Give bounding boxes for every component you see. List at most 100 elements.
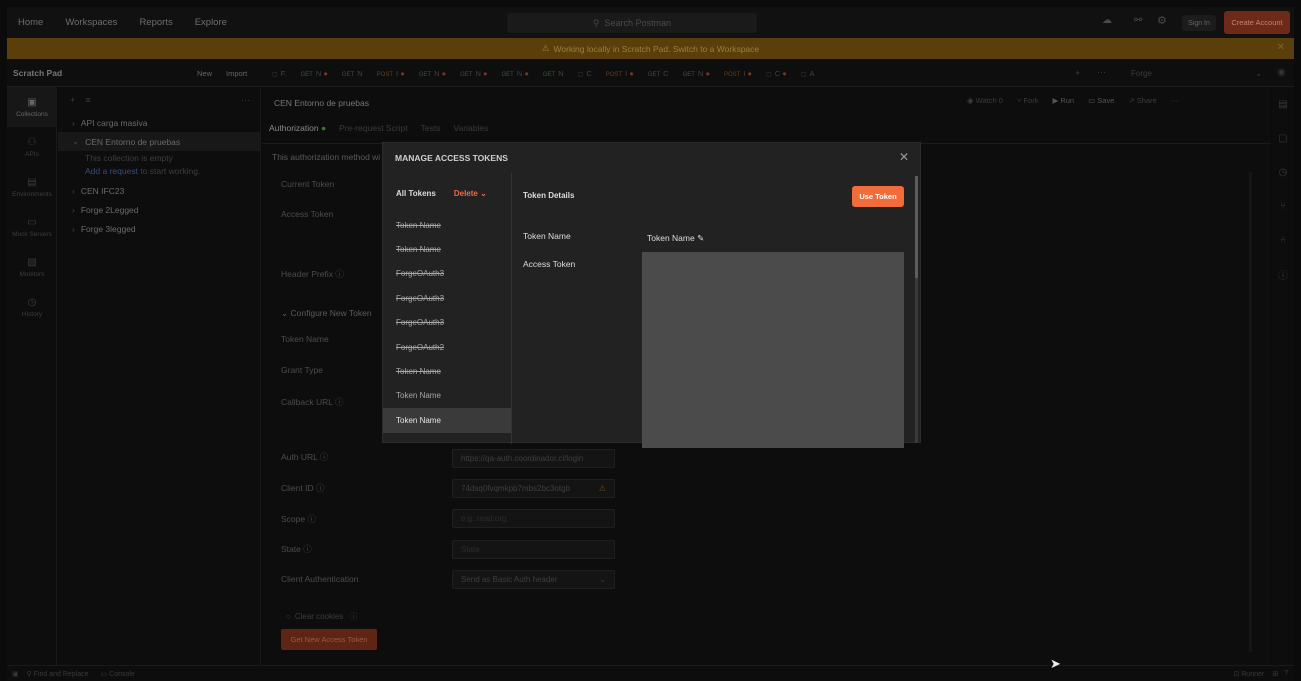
request-tab[interactable]: ▢ C ●	[766, 69, 787, 78]
save-button[interactable]: ▭ Save	[1088, 96, 1114, 105]
create-account-button[interactable]: Create Account	[1224, 11, 1290, 34]
sidebar-toggle-icon[interactable]: ▣	[12, 670, 19, 678]
request-tab[interactable]: POST I ●	[606, 69, 634, 78]
fork-icon[interactable]: ⑃	[1272, 223, 1294, 257]
comments-icon[interactable]: ▢	[1272, 121, 1294, 155]
request-tab[interactable]: POST I ●	[724, 69, 752, 78]
token-list-item[interactable]: ForgeOAuth3	[383, 262, 511, 286]
clear-cookies-checkbox[interactable]: ○ Clear cookies ⓘ	[286, 611, 357, 622]
import-button[interactable]: Import	[226, 69, 247, 78]
sign-in-button[interactable]: Sign In	[1182, 15, 1216, 31]
request-tab[interactable]: ▢ C	[578, 69, 592, 78]
nav-apis[interactable]: ⚇ APIs	[7, 127, 57, 167]
nav-history[interactable]: ◷ History	[7, 287, 57, 327]
pencil-icon[interactable]: ✎	[697, 233, 704, 243]
gear-icon[interactable]: ⚙	[1157, 14, 1167, 27]
configure-new-token-toggle[interactable]: ⌄ Configure New Token	[281, 308, 372, 319]
console-button[interactable]: ▭ Console	[101, 670, 135, 678]
request-tab[interactable]: ▢ F.	[272, 69, 287, 78]
nav-explore[interactable]: Explore	[195, 17, 227, 28]
layout-icon[interactable]: ⊞	[1272, 670, 1278, 678]
tab-authorization[interactable]: Authorization ●	[269, 123, 326, 133]
token-list-item[interactable]: Token Name	[383, 213, 511, 237]
request-tab[interactable]: GET N	[543, 69, 564, 78]
request-tab[interactable]: GET N	[342, 69, 363, 78]
token-list-item[interactable]: Token Name	[383, 237, 511, 261]
scrollbar-thumb[interactable]	[915, 176, 918, 278]
run-button[interactable]: ▶ Run	[1052, 96, 1074, 105]
nav-monitors[interactable]: ▨ Monitors	[7, 247, 57, 287]
token-name: Token Name	[396, 391, 441, 401]
filter-icon[interactable]: ≡	[85, 95, 90, 105]
help-icon[interactable]: ?	[1284, 670, 1288, 677]
request-tab[interactable]: GET N ●	[419, 69, 446, 78]
get-new-access-token-button[interactable]: Get New Access Token	[281, 629, 377, 650]
collection-item[interactable]: › API carga masiva	[58, 113, 260, 132]
satellite-icon[interactable]: ⚯	[1134, 15, 1142, 26]
banner-text[interactable]: Working locally in Scratch Pad. Switch t…	[553, 44, 759, 54]
info-icon: ⓘ	[349, 612, 358, 621]
add-request-link[interactable]: Add a request	[85, 166, 138, 176]
nav-workspaces[interactable]: Workspaces	[65, 17, 117, 28]
collection-item[interactable]: › Forge 3legged	[58, 219, 260, 238]
request-tab[interactable]: GET N ●	[502, 69, 529, 78]
token-list-item[interactable]: Token Name	[383, 384, 511, 408]
find-replace-button[interactable]: ⚲ Find and Replace	[27, 670, 89, 678]
token-list-item[interactable]: ForgeOAuth3	[383, 311, 511, 335]
tab-tests[interactable]: Tests	[421, 123, 441, 133]
editor-scrollbar[interactable]	[1249, 172, 1252, 652]
token-name-value[interactable]: Token Name ✎	[647, 233, 704, 244]
token-list-item[interactable]: ForgeOAuth2	[383, 335, 511, 359]
access-token-value[interactable]	[642, 252, 904, 448]
collection-item[interactable]: › Forge 2Legged	[58, 200, 260, 219]
delete-menu[interactable]: Delete ⌄	[454, 189, 487, 198]
close-icon[interactable]: ✕	[899, 150, 909, 164]
watch-button[interactable]: ◉ Watch 0	[967, 96, 1003, 105]
modal-scrollbar[interactable]	[915, 176, 918, 443]
token-list-item[interactable]: ForgeOAuth3	[383, 286, 511, 310]
nav-environments[interactable]: ▤ Environments	[7, 167, 57, 207]
more-icon[interactable]: ⋯	[1171, 96, 1179, 105]
more-icon[interactable]: ⋯	[241, 95, 250, 106]
tab-variables[interactable]: Variables	[453, 123, 488, 133]
nav-collections[interactable]: ▣ Collections	[7, 87, 57, 127]
changelog-icon[interactable]: ◷	[1272, 155, 1294, 189]
request-tab[interactable]: GET N ●	[301, 69, 328, 78]
request-tab[interactable]: ▢ A	[801, 69, 815, 78]
more-tabs-icon[interactable]: ⋯	[1097, 67, 1106, 78]
auth-url-input[interactable]: https://qa-auth.coordinador.cl/login	[452, 449, 615, 468]
request-tab[interactable]: POST I ●	[377, 69, 405, 78]
runner-button[interactable]: ⊡ Runner	[1233, 670, 1264, 678]
client-id-input[interactable]: 74dsq0fvqmkpb7mbs2bc3otgb ⚠	[452, 479, 615, 498]
close-icon[interactable]: ✕	[1277, 42, 1285, 53]
use-token-button[interactable]: Use Token	[852, 186, 904, 207]
token-list-item[interactable]: Token Name	[383, 359, 511, 383]
pull-request-icon[interactable]: ⑂	[1272, 189, 1294, 223]
fork-button[interactable]: ⑂ Fork	[1017, 96, 1039, 105]
new-tab-icon[interactable]: +	[1075, 68, 1080, 78]
nav-mock-servers[interactable]: ▭ Mock Servers	[7, 207, 57, 247]
header-prefix-text: Header Prefix	[281, 269, 333, 279]
environment-select[interactable]: Forge ⌄	[1125, 64, 1270, 82]
tab-pre-request-script[interactable]: Pre-request Script	[339, 123, 408, 133]
add-icon[interactable]: +	[70, 95, 75, 105]
cloud-icon[interactable]: ☁	[1102, 15, 1112, 26]
request-tab[interactable]: GET N ●	[683, 69, 710, 78]
info-icon[interactable]: ⓘ	[1272, 257, 1294, 291]
state-label: State ⓘ	[281, 543, 312, 555]
request-tab[interactable]: GET N ●	[460, 69, 487, 78]
request-tab[interactable]: GET C	[648, 69, 669, 78]
nav-reports[interactable]: Reports	[139, 17, 172, 28]
collection-item[interactable]: ⌄ CEN Entorno de pruebas	[58, 132, 260, 151]
documentation-icon[interactable]: ▤	[1272, 87, 1294, 121]
nav-home[interactable]: Home	[18, 17, 43, 28]
eye-icon[interactable]: ◉	[1277, 67, 1286, 78]
search-input[interactable]: ⚲ Search Postman	[507, 13, 757, 33]
client-auth-select[interactable]: Send as Basic Auth header ⌄	[452, 570, 615, 589]
share-button[interactable]: ↗ Share	[1128, 96, 1156, 105]
collection-item[interactable]: › CEN IFC23	[58, 181, 260, 200]
scope-input[interactable]: e.g. read:org	[452, 509, 615, 528]
state-input[interactable]: State	[452, 540, 615, 559]
new-button[interactable]: New	[197, 69, 212, 78]
token-list-item[interactable]: Token Name	[383, 408, 511, 433]
